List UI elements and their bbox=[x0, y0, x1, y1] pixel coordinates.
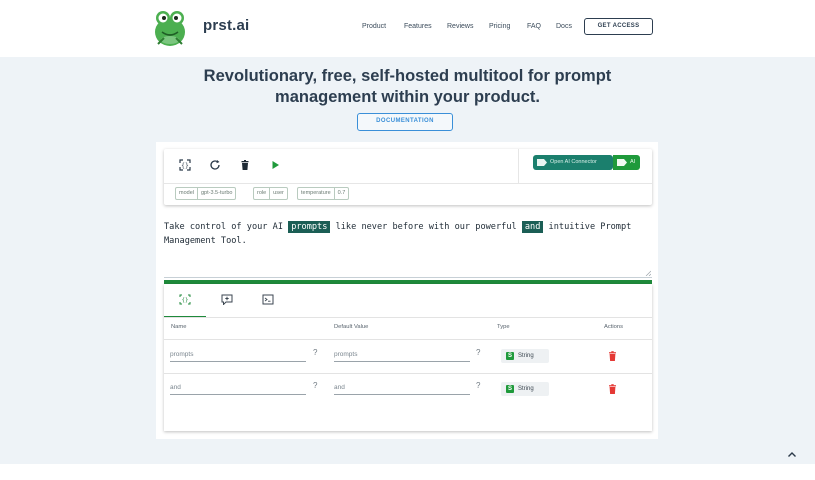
trash-icon[interactable] bbox=[239, 159, 251, 171]
open-ai-connector-button[interactable]: Open AI Connector bbox=[533, 155, 613, 170]
delete-icon[interactable] bbox=[608, 384, 617, 394]
hero-title-line-2: management within your product. bbox=[275, 88, 540, 106]
tag-icon bbox=[617, 159, 627, 166]
resize-handle-icon[interactable] bbox=[645, 270, 651, 276]
play-icon[interactable] bbox=[269, 159, 281, 171]
get-access-button[interactable]: GET ACCESS bbox=[584, 18, 653, 35]
nav-item-product[interactable]: Product bbox=[362, 23, 386, 30]
frog-logo-icon[interactable] bbox=[150, 8, 190, 48]
type-label: String bbox=[518, 386, 534, 392]
nav-item-features[interactable]: Features bbox=[404, 23, 432, 30]
name-help-icon[interactable]: ? bbox=[313, 348, 317, 357]
ai-toggle-button[interactable]: AI bbox=[613, 155, 640, 170]
toolbar-divider bbox=[164, 183, 652, 184]
console-tab-icon[interactable] bbox=[262, 294, 274, 305]
chip-value: gpt-3.5-turbo bbox=[200, 190, 233, 196]
variable-highlight-and[interactable]: and bbox=[521, 221, 544, 233]
variable-name-input[interactable] bbox=[170, 381, 306, 395]
name-help-icon[interactable]: ? bbox=[313, 381, 317, 390]
chat-tab-icon[interactable] bbox=[221, 294, 233, 305]
prompt-text-segment: Take control of your AI bbox=[164, 222, 289, 232]
textarea-border bbox=[164, 277, 652, 278]
prompt-text-segment: intuitive Prompt bbox=[543, 222, 632, 232]
prompt-line-1: Take control of your AI prompts like nev… bbox=[164, 220, 652, 234]
variables-tab-icon[interactable]: {} bbox=[179, 294, 191, 305]
prompt-text-segment: like never before with our powerful bbox=[330, 222, 522, 232]
chip-value: user bbox=[273, 190, 284, 196]
row-divider bbox=[164, 339, 652, 340]
hero-title: Revolutionary, free, self-hosted multito… bbox=[150, 66, 665, 108]
nav-item-reviews[interactable]: Reviews bbox=[447, 23, 473, 30]
role-chip[interactable]: role user bbox=[253, 187, 288, 200]
default-value-input[interactable] bbox=[334, 381, 470, 395]
site-header: prst.ai Product Features Reviews Pricing… bbox=[0, 0, 815, 57]
type-select[interactable]: S String bbox=[501, 382, 549, 396]
variable-highlight-prompts[interactable]: prompts bbox=[288, 221, 331, 233]
temperature-chip[interactable]: temperature 0.7 bbox=[297, 187, 350, 200]
tag-icon bbox=[537, 159, 547, 166]
chip-key: temperature bbox=[301, 190, 331, 196]
nav-item-pricing[interactable]: Pricing bbox=[489, 23, 510, 30]
chip-key: role bbox=[257, 190, 267, 196]
hero-title-line-1: Revolutionary, free, self-hosted multito… bbox=[203, 67, 612, 85]
chip-value: 0.7 bbox=[337, 190, 346, 196]
chip-key: model bbox=[179, 190, 194, 196]
svg-text:{}: {} bbox=[182, 298, 189, 304]
column-header-name: Name bbox=[171, 324, 187, 330]
type-select[interactable]: S String bbox=[501, 349, 549, 363]
accent-bar bbox=[164, 280, 652, 284]
prompt-line-2: Management Tool. bbox=[164, 236, 247, 246]
svg-text:{}: {} bbox=[181, 162, 189, 169]
documentation-button[interactable]: DOCUMENTATION bbox=[357, 113, 453, 131]
scroll-to-top-chevron-up-icon[interactable] bbox=[783, 446, 801, 464]
brand-name[interactable]: prst.ai bbox=[203, 17, 249, 34]
tabs-divider bbox=[164, 317, 652, 318]
model-chip[interactable]: model gpt-3.5-turbo bbox=[175, 187, 237, 200]
row-divider bbox=[164, 373, 652, 374]
string-type-icon: S bbox=[506, 352, 514, 360]
refresh-icon[interactable] bbox=[209, 159, 221, 171]
default-help-icon[interactable]: ? bbox=[476, 348, 480, 357]
column-header-actions: Actions bbox=[604, 324, 624, 330]
prompt-textarea[interactable]: Take control of your AI prompts like nev… bbox=[164, 220, 652, 248]
delete-icon[interactable] bbox=[608, 351, 617, 361]
toolbar-divider-vertical bbox=[518, 149, 519, 183]
nav-item-docs[interactable]: Docs bbox=[556, 23, 572, 30]
nav-item-faq[interactable]: FAQ bbox=[527, 23, 541, 30]
type-label: String bbox=[518, 353, 534, 359]
default-help-icon[interactable]: ? bbox=[476, 381, 480, 390]
column-header-default-value: Default Value bbox=[334, 324, 369, 330]
column-header-type: Type bbox=[497, 324, 510, 330]
string-type-icon: S bbox=[506, 385, 514, 393]
connector-label: Open AI Connector bbox=[550, 159, 597, 165]
ai-label: AI bbox=[630, 159, 636, 165]
default-value-input[interactable] bbox=[334, 348, 470, 362]
fullscreen-icon[interactable]: {} bbox=[179, 159, 191, 171]
variable-name-input[interactable] bbox=[170, 348, 306, 362]
